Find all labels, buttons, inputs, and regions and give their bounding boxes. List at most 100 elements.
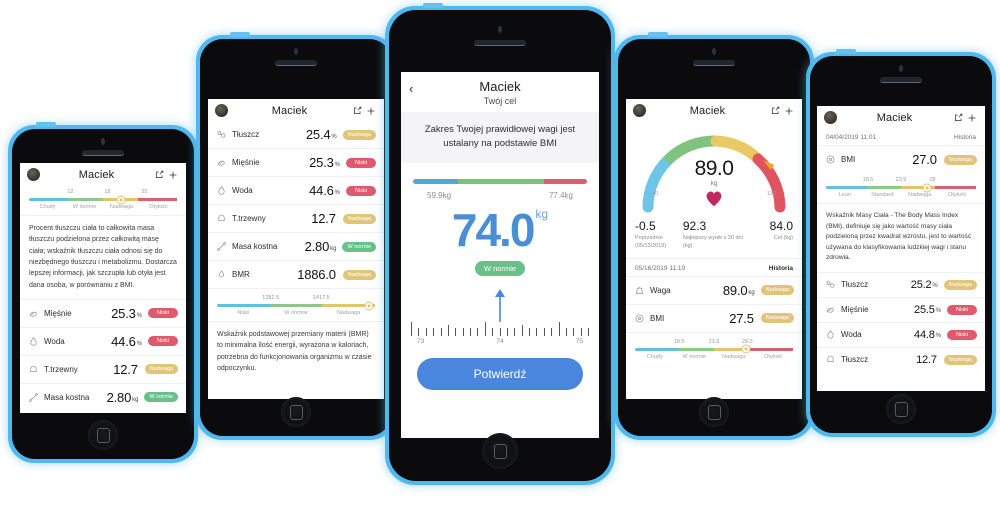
table-row[interactable]: Mięśnie 25.5 % Niski [817,296,985,322]
share-icon[interactable] [153,170,166,179]
scale-knob [116,195,126,204]
row-unit: kg [132,396,139,403]
stat-value: -0.5 [635,219,656,233]
table-row[interactable]: BMI 27.0 Nadwaga [817,145,985,173]
stat-caption: Najlepszy wynik z 30 dni (kg) [682,235,743,249]
table-row[interactable]: BMI 27.5 Nadwaga [626,303,802,332]
page-title: Maciek [271,104,308,117]
bmi-icon [634,313,648,324]
avatar[interactable] [824,111,837,124]
camera-icon [101,138,105,145]
table-row[interactable]: Waga 89.0 kg Nadwaga [626,275,802,304]
status-badge: Nadwaga [943,279,977,290]
measurement-date: 04/04/2019 11:01 [826,134,877,141]
stat-previous: -0.5 Poprzednio (05/13/2019) [635,219,683,251]
phone-1: Maciek 12 18 25 Chudy W normie Nadwaga O… [8,122,198,463]
range-min-label: 59.9kg [427,190,452,200]
scale-knob [364,301,374,310]
status-badge: Nadwaga [342,129,376,140]
page-title: Maciek [876,111,913,124]
muscle-icon [216,157,230,168]
page-title: Maciek [689,104,726,117]
fat-icon [825,279,839,290]
table-row[interactable]: Woda 44.6 % Niski [20,326,186,355]
row-label: Woda [841,330,862,340]
row-value: 27.0 [912,152,937,167]
row-unit: % [935,307,941,314]
home-button[interactable] [88,420,118,450]
camera-icon [498,26,502,33]
share-icon[interactable] [351,106,364,115]
goal-weight-value: 74.0 [451,203,536,256]
page-title: Maciek [479,79,521,94]
table-row[interactable]: Tłuszcz 12.7 Nadwaga [817,346,985,372]
plus-icon[interactable] [965,113,978,123]
table-row[interactable]: BMR 1886.0 Nadwaga [208,260,384,288]
scale-label: W normie [284,310,308,316]
row-unit: % [334,190,340,196]
row-label: BMI [841,155,856,164]
avatar[interactable] [215,104,228,117]
scale-tick: 18.5 [673,338,685,345]
avatar[interactable] [27,168,40,181]
table-row[interactable]: T.trzewny 12.7 Nadwaga [20,354,186,383]
status-badge: Niski [346,185,376,196]
heart-icon [704,189,724,212]
status-badge: Nadwaga [342,213,376,224]
stat-caption: Poprzednio (05/13/2019) [635,235,667,249]
plus-icon[interactable] [166,170,179,180]
weight-ruler-slider[interactable]: 73 74 75 [401,320,599,345]
scale-tick: 1282.5 [262,295,280,301]
table-row[interactable]: Woda 44.6 % Niski [208,176,384,204]
stat-caption: Cel (kg) [773,235,793,241]
table-row[interactable]: Mięśnie 25.3 % Niski [208,148,384,176]
scale-label: Niski [237,310,250,316]
measurement-date-row: 05/16/2019 11:19 Historia [626,257,802,276]
share-icon[interactable] [769,106,782,115]
row-unit: % [136,312,142,319]
home-button[interactable] [699,397,729,427]
weight-gauge: 89.0 kg 40 130 [626,123,802,215]
row-label: Tłuszcz [232,130,260,139]
table-row[interactable]: T.trzewny 12.7 Nadwaga [208,204,384,232]
table-row[interactable]: Tłuszcz 25.4 % Nadwaga [208,121,384,148]
row-unit: % [935,332,941,339]
bone-icon [216,241,230,252]
home-button[interactable] [281,397,311,427]
plus-icon[interactable] [364,106,377,116]
camera-icon [899,65,903,72]
scale-label: Nadwaga [337,310,361,316]
table-row[interactable]: Tłuszcz 25.2 % Nadwaga [817,271,985,297]
phone-5-side-button [836,49,856,54]
plus-icon[interactable] [782,106,795,116]
range-max-label: 77.4kg [548,190,573,200]
speaker-grille [82,150,124,156]
row-label: BMR [232,270,250,279]
share-icon[interactable] [952,113,965,122]
table-row[interactable]: Woda 44.8 % Niski [817,321,985,347]
history-link[interactable]: Historia [769,265,793,272]
row-label: Woda [232,186,253,195]
table-row[interactable]: Mięśnie 25.3 % Niski [20,298,186,327]
status-badge: Niski [346,157,376,168]
table-row[interactable]: Masa kostna 2.80 kg W normie [20,382,186,411]
stat-goal: 84.0 Cel (kg) [745,219,793,251]
confirm-button[interactable]: Potwierdź [417,357,583,390]
row-label: T.trzewny [232,214,266,223]
range-bar [413,178,587,184]
home-button[interactable] [886,394,916,424]
row-value: 25.3 [309,155,334,170]
weight-icon [634,285,648,296]
scale-ticks: 12 18 25 [29,189,177,198]
table-row[interactable]: Masa kostna 2.80 kg W normie [208,232,384,260]
phone-3-screen: ‹ Maciek Twój cel Zakres Twojej prawidło… [401,72,599,438]
scale-label: Otyłość [764,353,783,360]
camera-icon [712,48,716,55]
row-value: 12.7 [916,353,937,366]
avatar[interactable] [633,104,646,117]
home-button[interactable] [482,433,518,469]
history-link[interactable]: Historia [954,134,976,141]
back-chevron-icon[interactable]: ‹ [409,82,413,95]
phone-2-header: Maciek [208,99,384,121]
scale-bar [217,301,376,310]
